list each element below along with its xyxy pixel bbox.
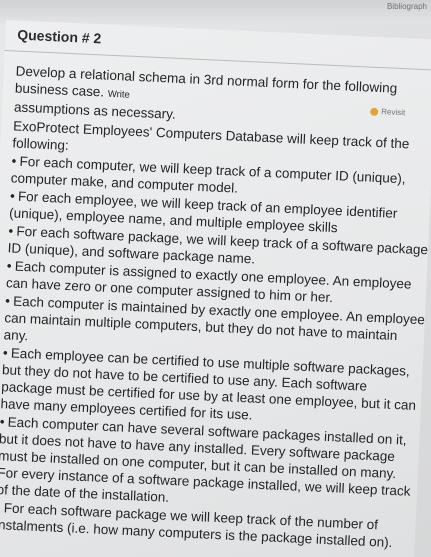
question-heading: Question # 2 xyxy=(16,26,102,47)
question-page: Question # 2 Revisit Develop a relationa… xyxy=(0,20,431,557)
question-body: Develop a relational schema in 3rd norma… xyxy=(0,63,431,553)
corner-logo: Bibliograph xyxy=(386,2,427,11)
intro-write: Write xyxy=(107,88,131,101)
top-bar: Bibliograph xyxy=(0,0,431,24)
intro-sentence: Develop a relational schema in 3rd norma… xyxy=(14,63,398,100)
list-item-text: Each computer can have several software … xyxy=(0,414,411,505)
screen: Bibliograph Question # 2 Revisit Develop… xyxy=(0,0,431,557)
